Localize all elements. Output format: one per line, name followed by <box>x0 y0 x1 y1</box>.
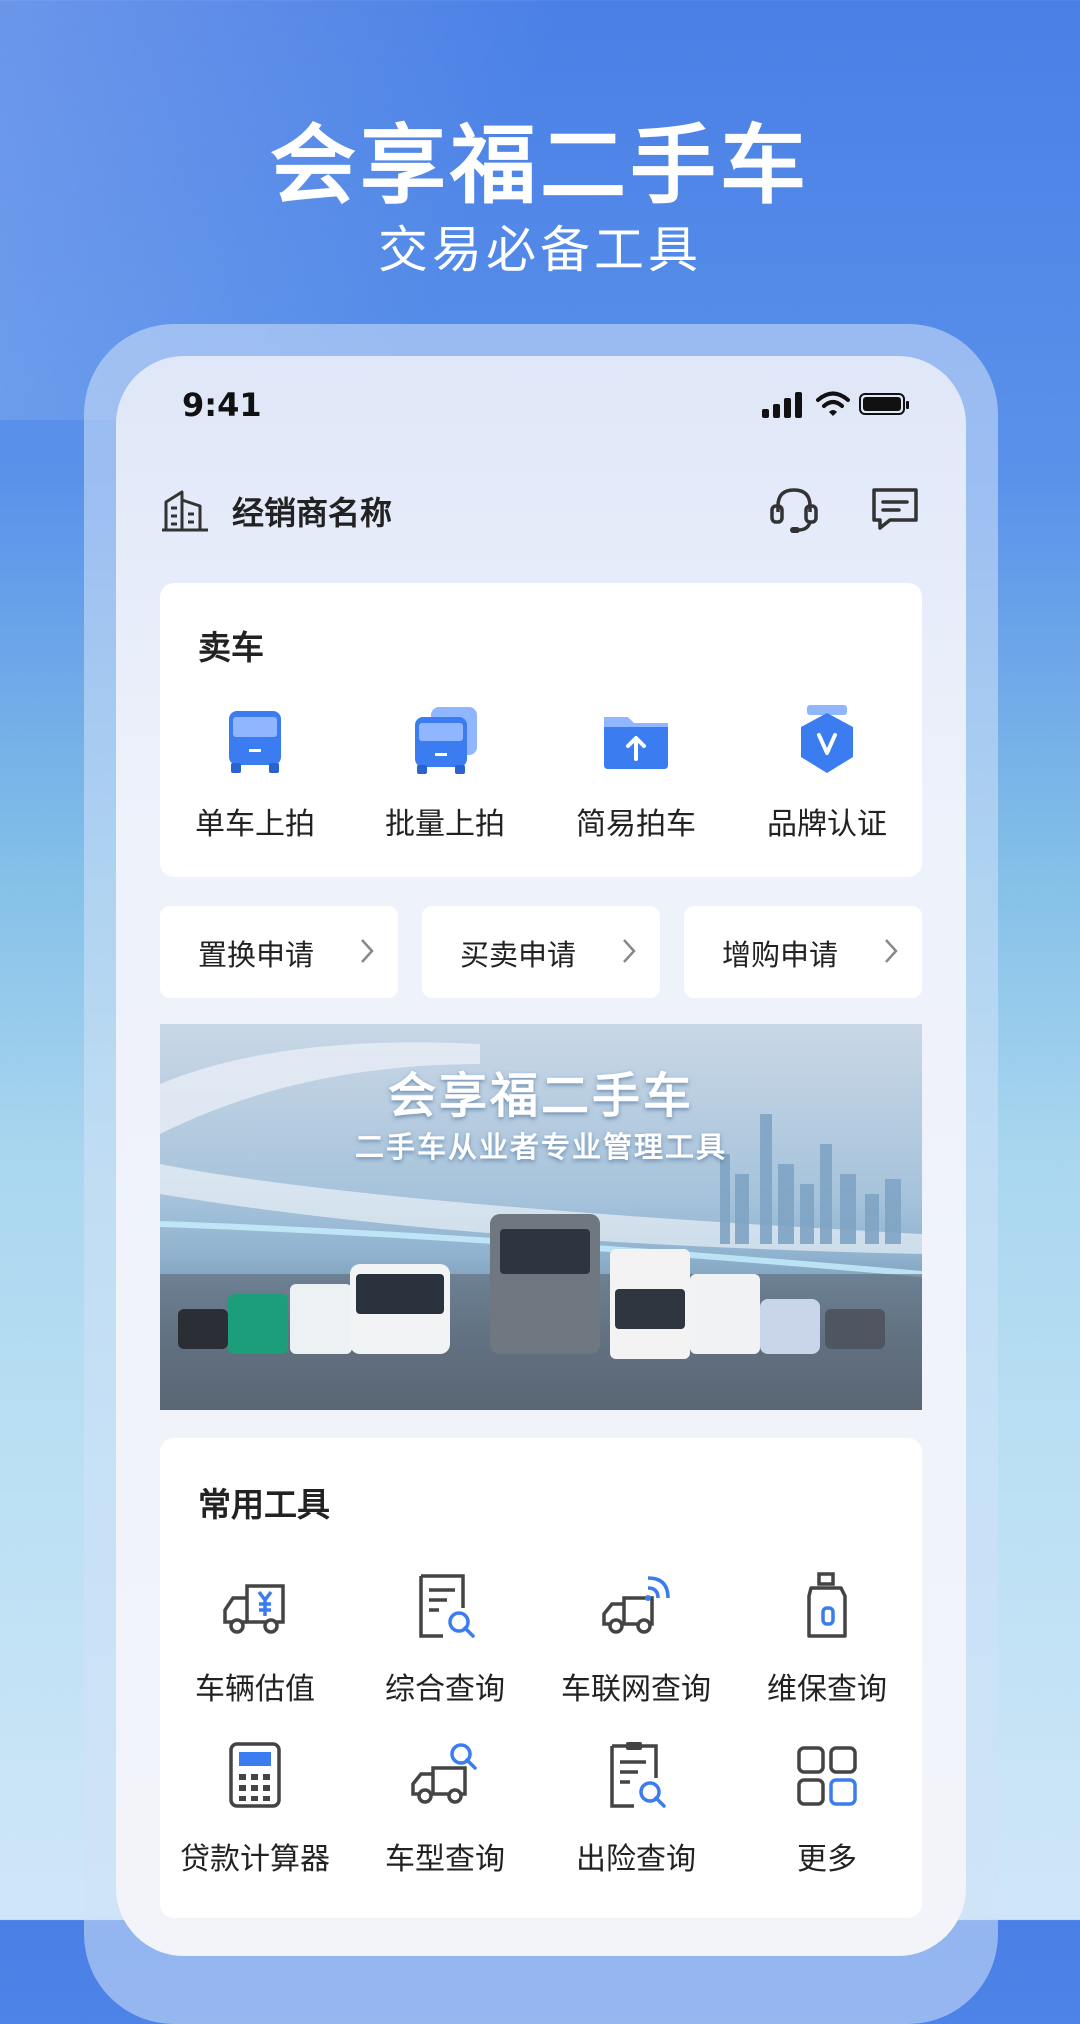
tool-label: 综合查询 <box>385 1672 505 1707</box>
brand-certification-button[interactable]: 品牌认证 <box>732 703 922 843</box>
telematics-query-button[interactable]: 车联网查询 <box>541 1568 731 1708</box>
sell-item-label: 简易拍车 <box>576 807 696 842</box>
calculator-icon <box>229 1742 281 1808</box>
customer-service-icon[interactable] <box>766 482 822 538</box>
document-search-icon <box>419 1574 475 1638</box>
tool-label: 车联网查询 <box>561 1672 711 1707</box>
tools-section-title: 常用工具 <box>198 1485 330 1524</box>
maintenance-oil-icon <box>807 1572 847 1638</box>
sell-item-label: 单车上拍 <box>195 807 315 842</box>
truck-icon <box>229 711 281 773</box>
grid-more-icon <box>797 1746 857 1806</box>
banner-subtitle: 二手车从业者专业管理工具 <box>354 1130 727 1164</box>
tool-label: 车辆估值 <box>195 1672 315 1707</box>
hero-title: 会享福二手车 <box>270 116 810 216</box>
app-header: 经销商名称 <box>116 476 966 546</box>
more-tools-button[interactable]: 更多 <box>732 1738 922 1878</box>
signal-icon <box>762 392 804 418</box>
loan-calculator-button[interactable]: 贷款计算器 <box>160 1738 350 1878</box>
application-label: 买卖申请 <box>460 938 577 972</box>
batch-listing-button[interactable]: 批量上拍 <box>350 703 540 843</box>
application-label: 置换申请 <box>198 938 315 972</box>
chevron-right-icon <box>885 939 898 963</box>
folder-upload-icon <box>604 717 668 769</box>
sell-item-label: 品牌认证 <box>767 807 887 842</box>
additional-purchase-application-button[interactable]: 增购申请 <box>684 906 922 998</box>
clipboard-search-icon <box>610 1742 666 1808</box>
vehicle-valuation-icon <box>223 1584 285 1634</box>
banner-title: 会享福二手车 <box>387 1068 694 1124</box>
truck-search-icon <box>411 1743 477 1804</box>
battery-icon <box>859 393 909 415</box>
vehicle-valuation-button[interactable]: 车辆估值 <box>160 1568 350 1708</box>
tool-label: 车型查询 <box>385 1842 505 1877</box>
tool-label: 出险查询 <box>576 1842 696 1877</box>
hero-subtitle: 交易必备工具 <box>378 221 702 279</box>
connected-truck-icon <box>602 1576 670 1634</box>
phone-screen: 9:41 经销商名称 卖车 单车上拍 批量上拍 简易拍车 品牌认证 置换申请 买… <box>116 356 966 1956</box>
single-listing-button[interactable]: 单车上拍 <box>160 703 350 843</box>
trade-in-application-button[interactable]: 置换申请 <box>160 906 398 998</box>
multi-truck-icon <box>415 707 477 774</box>
buy-sell-application-button[interactable]: 买卖申请 <box>422 906 660 998</box>
maintenance-query-button[interactable]: 维保查询 <box>732 1568 922 1708</box>
chevron-right-icon <box>623 939 636 963</box>
dealer-building-icon <box>162 490 208 532</box>
tool-label: 更多 <box>797 1842 857 1877</box>
sell-card: 卖车 单车上拍 批量上拍 简易拍车 品牌认证 <box>160 583 922 877</box>
promo-banner[interactable]: 会享福二手车 二手车从业者专业管理工具 <box>160 1024 922 1410</box>
claims-query-button[interactable]: 出险查询 <box>541 1738 731 1878</box>
chevron-right-icon <box>361 939 374 963</box>
dealer-name[interactable]: 经销商名称 <box>232 488 392 534</box>
sell-item-label: 批量上拍 <box>385 807 505 842</box>
status-time: 9:41 <box>182 386 262 424</box>
model-query-button[interactable]: 车型查询 <box>350 1738 540 1878</box>
tool-label: 贷款计算器 <box>180 1842 330 1877</box>
quick-photo-button[interactable]: 简易拍车 <box>541 703 731 843</box>
comprehensive-query-button[interactable]: 综合查询 <box>350 1568 540 1708</box>
tools-card: 常用工具 车辆估值 综合查询 车联网查询 维保查询 贷款计算器 车型查询 出险查… <box>160 1438 922 1918</box>
message-icon[interactable] <box>868 482 922 536</box>
brand-badge-icon <box>801 705 853 773</box>
wifi-icon <box>816 391 850 416</box>
application-label: 增购申请 <box>722 938 839 972</box>
tool-label: 维保查询 <box>767 1672 887 1707</box>
status-icons <box>762 390 912 418</box>
sell-section-title: 卖车 <box>198 628 264 667</box>
